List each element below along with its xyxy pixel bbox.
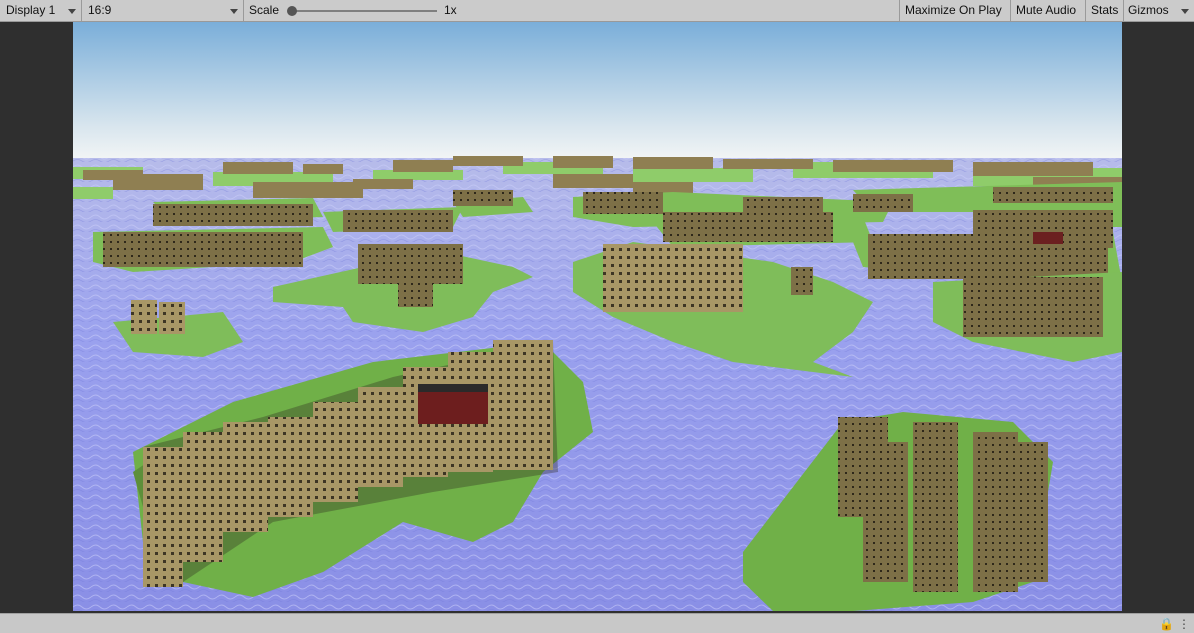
mute-audio-button[interactable]: Mute Audio bbox=[1010, 0, 1085, 21]
kebab-menu-icon[interactable]: ⋮ bbox=[1178, 617, 1190, 631]
aspect-label: 16:9 bbox=[88, 3, 112, 17]
sky bbox=[73, 22, 1122, 162]
display-label: Display 1 bbox=[6, 3, 56, 17]
caret-down-icon bbox=[230, 9, 238, 14]
display-dropdown[interactable]: Display 1 bbox=[0, 0, 82, 21]
scene-render bbox=[73, 22, 1122, 611]
stats-button[interactable]: Stats bbox=[1085, 0, 1123, 21]
scale-value: 1x bbox=[444, 3, 457, 17]
gizmos-dropdown[interactable]: Gizmos bbox=[1123, 0, 1194, 21]
aspect-dropdown[interactable]: 16:9 bbox=[82, 0, 244, 21]
gizmos-label: Gizmos bbox=[1128, 3, 1169, 17]
scale-slider-track[interactable] bbox=[291, 10, 437, 12]
game-view-render[interactable] bbox=[73, 22, 1122, 611]
scale-slider-thumb[interactable] bbox=[287, 6, 297, 16]
game-viewport-area bbox=[0, 22, 1194, 613]
caret-down-icon bbox=[68, 9, 76, 14]
caret-down-icon bbox=[1181, 9, 1189, 14]
scale-label: Scale bbox=[249, 3, 280, 17]
maximize-on-play-button[interactable]: Maximize On Play bbox=[899, 0, 1010, 21]
lock-icon[interactable]: 🔒 bbox=[1159, 617, 1174, 631]
status-bar: 🔒 ⋮ bbox=[0, 613, 1194, 633]
game-view-toolbar: Display 1 16:9 Scale 1x Maximize On Play… bbox=[0, 0, 1194, 22]
